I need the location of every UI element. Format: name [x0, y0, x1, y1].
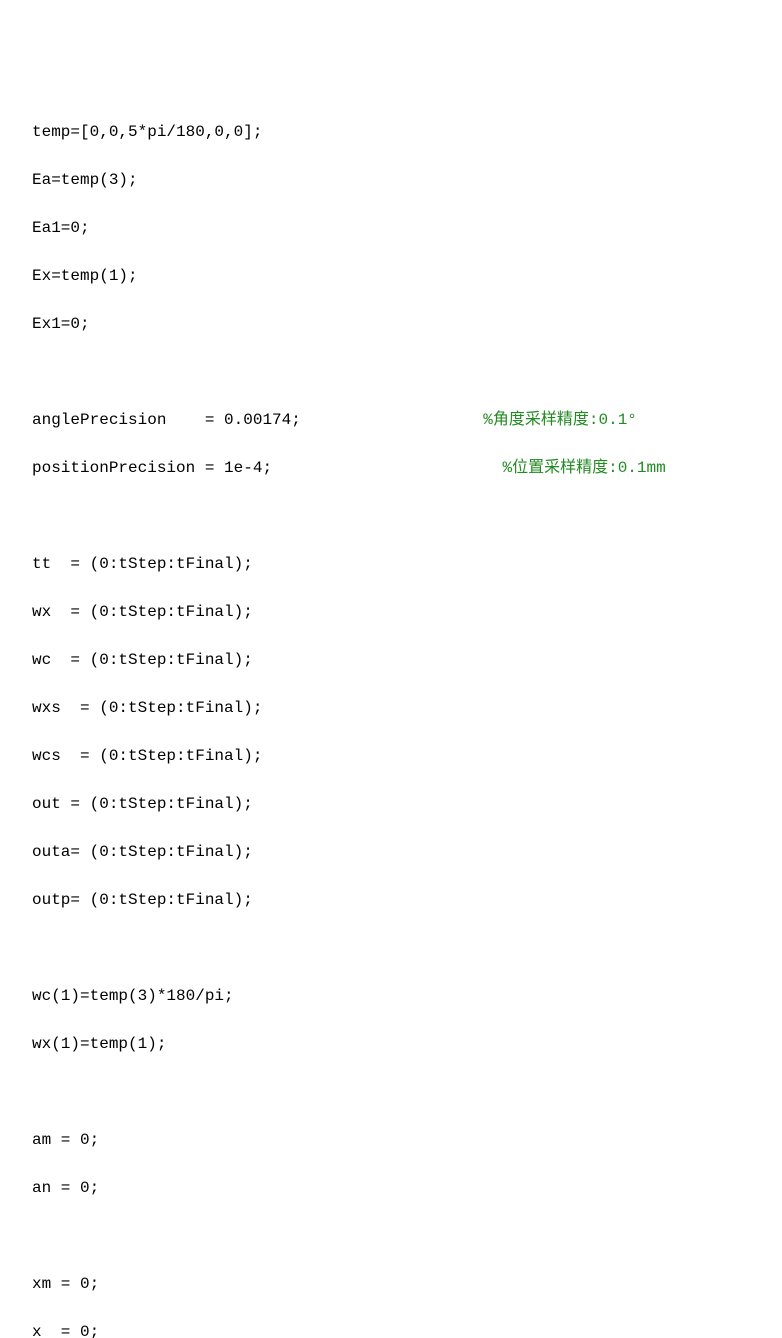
code-comment: %角度采样精度:0.1°: [483, 411, 637, 429]
code-line: x = 0;: [32, 1320, 782, 1338]
code-line: outp= (0:tStep:tFinal);: [32, 888, 782, 912]
code-line: wx = (0:tStep:tFinal);: [32, 600, 782, 624]
code-line: Ea=temp(3);: [32, 168, 782, 192]
code-line: [32, 1224, 782, 1248]
code-line: an = 0;: [32, 1176, 782, 1200]
code-line: [32, 936, 782, 960]
code-line: Ea1=0;: [32, 216, 782, 240]
code-line: wx(1)=temp(1);: [32, 1032, 782, 1056]
code-line: wc = (0:tStep:tFinal);: [32, 648, 782, 672]
code-line: positionPrecision = 1e-4; %位置采样精度:0.1mm: [32, 456, 782, 480]
code-line: wc(1)=temp(3)*180/pi;: [32, 984, 782, 1008]
code-line: [32, 360, 782, 384]
code-line: outa= (0:tStep:tFinal);: [32, 840, 782, 864]
code-text: positionPrecision = 1e-4;: [32, 459, 502, 477]
code-line: [32, 504, 782, 528]
code-line: xm = 0;: [32, 1272, 782, 1296]
code-line: out = (0:tStep:tFinal);: [32, 792, 782, 816]
code-comment: %位置采样精度:0.1mm: [502, 459, 665, 477]
code-line: temp=[0,0,5*pi/180,0,0];: [32, 120, 782, 144]
code-line: tt = (0:tStep:tFinal);: [32, 552, 782, 576]
code-line: anglePrecision = 0.00174; %角度采样精度:0.1°: [32, 408, 782, 432]
code-line: am = 0;: [32, 1128, 782, 1152]
code-block: temp=[0,0,5*pi/180,0,0]; Ea=temp(3); Ea1…: [32, 96, 782, 1338]
code-line: wcs = (0:tStep:tFinal);: [32, 744, 782, 768]
code-line: Ex=temp(1);: [32, 264, 782, 288]
code-text: anglePrecision = 0.00174;: [32, 411, 483, 429]
code-line: wxs = (0:tStep:tFinal);: [32, 696, 782, 720]
code-line: [32, 1080, 782, 1104]
code-line: Ex1=0;: [32, 312, 782, 336]
